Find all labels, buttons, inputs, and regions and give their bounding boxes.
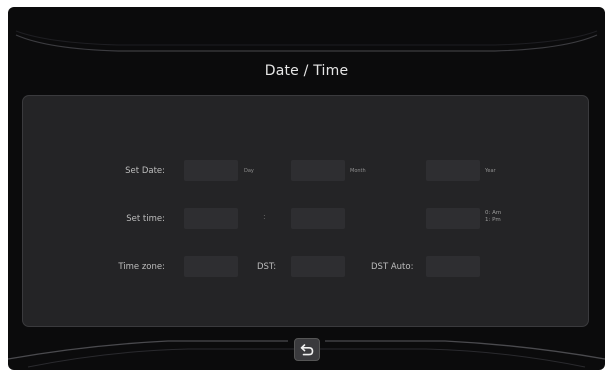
device-screen: Date / Time Set Date: Day Month Year Set… xyxy=(8,7,605,370)
set-date-label: Set Date: xyxy=(125,166,165,176)
minute-field[interactable] xyxy=(291,208,345,229)
day-unit-label: Day xyxy=(244,168,254,174)
am-pm-hint: 0: Am 1: Pm xyxy=(485,210,501,224)
year-unit-label: Year xyxy=(485,168,496,174)
am-option-label: 0: Am xyxy=(485,210,502,216)
date-time-panel: Set Date: Day Month Year Set time: : 0: … xyxy=(22,95,589,327)
am-pm-field[interactable] xyxy=(426,208,480,229)
page-title: Date / Time xyxy=(264,63,349,79)
time-zone-label: Time zone: xyxy=(118,262,165,272)
pm-option-label: 1: Pm xyxy=(485,217,501,223)
dst-auto-label: DST Auto: xyxy=(371,262,414,272)
dst-label: DST: xyxy=(257,262,277,272)
month-unit-label: Month xyxy=(350,168,366,174)
set-time-label: Set time: xyxy=(126,214,165,224)
year-field[interactable] xyxy=(426,160,480,181)
day-field[interactable] xyxy=(184,160,238,181)
hour-field[interactable] xyxy=(184,208,238,229)
time-separator: : xyxy=(263,212,266,221)
month-field[interactable] xyxy=(291,160,345,181)
back-button[interactable] xyxy=(294,338,320,361)
dst-auto-field[interactable] xyxy=(426,256,480,277)
time-zone-field[interactable] xyxy=(184,256,238,277)
back-arrow-icon xyxy=(300,343,314,355)
dst-field[interactable] xyxy=(291,256,345,277)
